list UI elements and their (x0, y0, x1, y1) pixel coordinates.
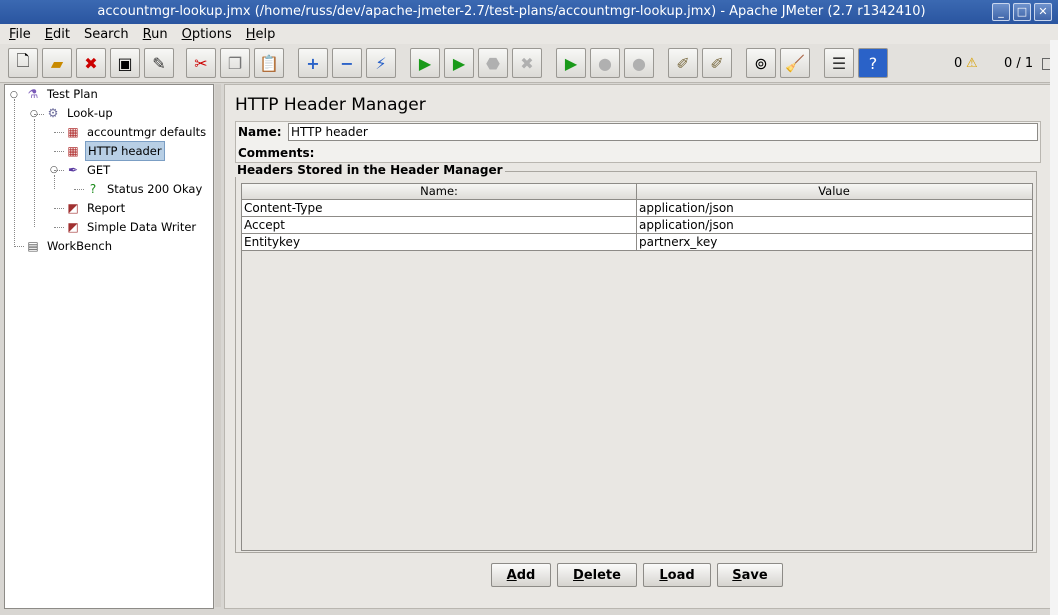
test-plan-icon: ⚗ (27, 87, 39, 101)
tree-item-status-200-okay[interactable]: ? Status 200 Okay (85, 180, 204, 198)
collapse-icon[interactable]: − (332, 48, 362, 78)
tree-expand-handle[interactable]: ○ (30, 109, 38, 119)
header-name-cell[interactable]: Content-Type (242, 200, 637, 216)
menu-options[interactable]: Options (173, 27, 237, 42)
tree-item-simple-data-writer[interactable]: ◩ Simple Data Writer (65, 218, 198, 236)
window-title: accountmgr-lookup.jmx (/home/russ/dev/ap… (97, 4, 926, 19)
remote-shutdown-icon[interactable]: ● (624, 48, 654, 78)
pane-splitter[interactable] (215, 84, 221, 607)
thread-counter: 0 / 1 (1004, 56, 1034, 71)
add-button[interactable]: Add (491, 563, 551, 587)
save-button[interactable]: Save (717, 563, 783, 587)
header-name-cell[interactable]: Accept (242, 217, 637, 233)
error-count: 0 (954, 56, 963, 71)
tree-item-http-header[interactable]: ▦ HTTP header (65, 141, 165, 161)
table-row[interactable]: Entitykey partnerx_key (242, 234, 1032, 251)
warning-icon: ⚠ (966, 56, 978, 71)
headers-group-title: Headers Stored in the Header Manager (235, 163, 505, 177)
menu-run[interactable]: Run (134, 27, 173, 42)
window-controls: _ □ ✕ (992, 3, 1052, 21)
menu-help[interactable]: Help (237, 27, 281, 42)
table-row[interactable]: Content-Type application/json (242, 200, 1032, 217)
expand-icon[interactable]: + (298, 48, 328, 78)
remote-start-icon[interactable]: ▶ (556, 48, 586, 78)
tree-item-workbench[interactable]: ▤ WorkBench (25, 237, 114, 255)
close-button[interactable]: ✕ (1034, 3, 1052, 21)
header-name-cell[interactable]: Entitykey (242, 234, 637, 250)
name-label: Name: (238, 125, 282, 139)
new-icon[interactable]: 🗋 (8, 48, 38, 78)
cut-icon[interactable]: ✂ (186, 48, 216, 78)
tree-item-accountmgr-defaults[interactable]: ▦ accountmgr defaults (65, 123, 208, 141)
start-no-pause-icon[interactable]: ▶ (444, 48, 474, 78)
clear-icon[interactable]: ✐ (668, 48, 698, 78)
paste-icon[interactable]: 📋 (254, 48, 284, 78)
menu-edit[interactable]: Edit (36, 27, 75, 42)
table-header: Name: Value (242, 184, 1032, 200)
tree-item-get[interactable]: ✒ GET (65, 161, 112, 179)
listener-icon: ◩ (67, 201, 79, 215)
background-window (1050, 40, 1058, 615)
thread-group-icon: ⚙ (47, 106, 59, 120)
header-manager-panel: HTTP Header Manager Name: HTTP header Co… (224, 84, 1052, 609)
search-icon[interactable]: ⊚ (746, 48, 776, 78)
column-value-header[interactable]: Value (637, 184, 1031, 199)
assertion-icon: ? (89, 182, 97, 196)
name-input[interactable]: HTTP header (288, 123, 1038, 141)
maximize-button[interactable]: □ (1013, 3, 1031, 21)
listener-icon: ◩ (67, 220, 79, 234)
config-element-icon: ▦ (67, 144, 79, 158)
test-plan-tree: ○ ○ ○ ⚗ Test Plan ⚙ Look-up ▦ accountmgr… (4, 84, 214, 609)
save-as-icon[interactable]: ✎ (144, 48, 174, 78)
title-bar: accountmgr-lookup.jmx (/home/russ/dev/ap… (0, 0, 1058, 24)
close-file-icon[interactable]: ✖ (76, 48, 106, 78)
tree-item-test-plan[interactable]: ⚗ Test Plan (25, 85, 100, 103)
header-value-cell[interactable]: application/json (637, 200, 1032, 216)
minimize-button[interactable]: _ (992, 3, 1010, 21)
delete-button[interactable]: Delete (557, 563, 637, 587)
toolbar: 🗋 ▰ ✖ ▣ ✎ ✂ ❐ 📋 + − ⚡ ▶ ▶ ⬣ ✖ ▶ ● ● ✐ ✐ … (0, 44, 1058, 83)
sampler-icon: ✒ (67, 163, 79, 177)
header-value-cell[interactable]: partnerx_key (637, 234, 1032, 250)
clear-all-icon[interactable]: ✐ (702, 48, 732, 78)
copy-icon[interactable]: ❐ (220, 48, 250, 78)
help-icon[interactable]: ? (858, 48, 888, 78)
headers-table: Name: Value Content-Type application/jso… (241, 183, 1033, 551)
load-button[interactable]: Load (643, 563, 711, 587)
tree-item-report[interactable]: ◩ Report (65, 199, 127, 217)
table-row[interactable]: Accept application/json (242, 217, 1032, 234)
name-comments-box: Name: HTTP header Comments: (235, 121, 1041, 163)
reset-search-icon[interactable]: 🧹 (780, 48, 810, 78)
workbench-icon: ▤ (27, 239, 39, 253)
menu-search[interactable]: Search (75, 27, 134, 42)
comments-label: Comments: (238, 146, 315, 160)
remote-stop-icon[interactable]: ● (590, 48, 620, 78)
page-title: HTTP Header Manager (235, 95, 426, 115)
stop-icon[interactable]: ⬣ (478, 48, 508, 78)
tree-item-look-up[interactable]: ⚙ Look-up (45, 104, 115, 122)
start-icon[interactable]: ▶ (410, 48, 440, 78)
menu-bar: File Edit Search Run Options Help (0, 24, 1058, 44)
menu-file[interactable]: File (0, 27, 36, 42)
function-helper-icon[interactable]: ☰ (824, 48, 854, 78)
save-icon[interactable]: ▣ (110, 48, 140, 78)
open-icon[interactable]: ▰ (42, 48, 72, 78)
header-value-cell[interactable]: application/json (637, 217, 1032, 233)
tree-expand-handle[interactable]: ○ (50, 165, 58, 175)
shutdown-icon[interactable]: ✖ (512, 48, 542, 78)
toggle-icon[interactable]: ⚡ (366, 48, 396, 78)
config-element-icon: ▦ (67, 125, 79, 139)
tree-expand-handle[interactable]: ○ (10, 90, 18, 100)
column-name-header[interactable]: Name: (242, 184, 637, 199)
